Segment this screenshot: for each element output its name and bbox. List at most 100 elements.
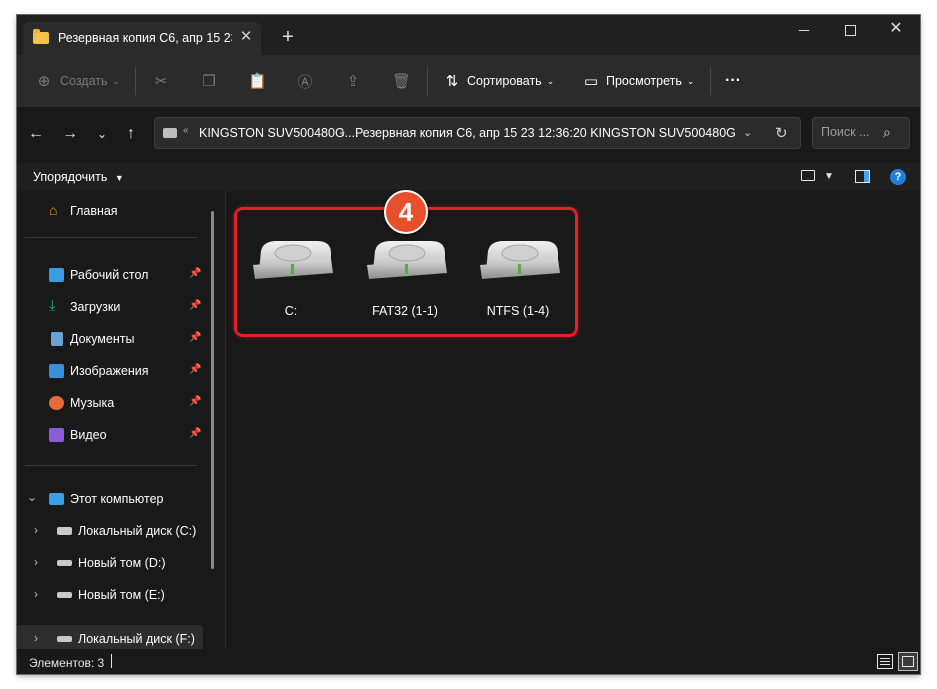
title-bar: Резервная копия C6, апр 15 23 12:36:20 K… (17, 15, 920, 55)
drive-label: NTFS (1-4) (486, 304, 550, 318)
cut-button[interactable]: ✂ (152, 68, 170, 94)
rename-button[interactable]: Ⓐ (296, 68, 314, 94)
drive-item[interactable]: NTFS (1-4) (463, 231, 573, 331)
maximize-button[interactable] (827, 15, 873, 43)
chevron-right-icon[interactable]: › (34, 555, 38, 569)
drive-item[interactable]: C: (236, 231, 346, 331)
hard-drive-icon (367, 241, 447, 279)
drive-icon (57, 560, 72, 566)
delete-button[interactable]: 🗑 (392, 68, 411, 94)
caret-down-icon[interactable]: ▼ (824, 171, 834, 182)
documents-icon (51, 332, 63, 346)
chevron-down-icon[interactable]: ⌄ (27, 490, 37, 504)
sidebar-item-desktop[interactable]: Рабочий стол 📌 (17, 261, 205, 289)
chevron-right-icon[interactable]: › (34, 523, 38, 537)
chevron-down-icon: ⌄ (546, 75, 555, 86)
home-icon: ⌂ (49, 202, 58, 218)
sidebar-scrollbar[interactable] (211, 211, 214, 569)
command-bar: ⊕ Создать ⌄ ✂ ❐ 📋 Ⓐ ⇪ 🗑 ⇅ Сортировать ⌄ … (17, 55, 920, 107)
sidebar-item-pictures[interactable]: Изображения 📌 (17, 357, 205, 385)
breadcrumb-segment[interactable]: KINGSTON SUV500480G.... (199, 126, 359, 140)
navigation-bar: ← → ⌄ ↑ « KINGSTON SUV500480G.... › Резе… (17, 107, 920, 163)
breadcrumb-separator-icon[interactable]: › (341, 125, 345, 139)
sidebar-item-label: Видео (70, 428, 107, 442)
maximize-icon (844, 24, 856, 36)
sidebar-item-music[interactable]: Музыка 📌 (17, 389, 205, 417)
desktop-icon (49, 268, 64, 282)
up-button[interactable]: ↑ (120, 123, 142, 145)
sidebar-item-videos[interactable]: Видео 📌 (17, 421, 205, 449)
sidebar-item-drive-d[interactable]: › Новый том (D:) (17, 549, 205, 577)
address-bar[interactable]: « KINGSTON SUV500480G.... › Резервная ко… (154, 117, 801, 149)
recent-locations-button[interactable]: ⌄ (91, 123, 113, 145)
organize-dropdown[interactable]: Упорядочить ▼ (33, 170, 124, 184)
tab-close-icon[interactable]: ✕ (237, 28, 255, 46)
tab-current[interactable]: Резервная копия C6, апр 15 23 12:36:20 K… (23, 22, 261, 55)
pin-icon[interactable]: 📌 (189, 364, 201, 375)
chevron-right-icon[interactable]: › (34, 587, 38, 601)
copy-icon: ❐ (202, 73, 216, 90)
hard-drive-icon (480, 241, 560, 279)
sidebar-separator (25, 465, 197, 466)
pictures-icon (49, 364, 64, 378)
search-box[interactable]: ⌕ (812, 117, 910, 149)
sort-button[interactable]: ⇅ Сортировать ⌄ (443, 68, 555, 94)
close-window-button[interactable]: ✕ (873, 15, 919, 43)
create-button[interactable]: ⊕ Создать ⌄ (35, 68, 120, 94)
pin-icon[interactable]: 📌 (189, 300, 201, 311)
new-tab-button[interactable]: + (272, 25, 304, 51)
preview-pane-icon[interactable] (855, 170, 870, 183)
toolbar-divider (135, 67, 136, 95)
sidebar-item-label: Новый том (D:) (78, 556, 166, 570)
status-bar: Элементов: 3 (17, 649, 920, 674)
sidebar-item-label: Рабочий стол (70, 268, 149, 282)
details-view-button[interactable] (877, 654, 893, 669)
drive-item[interactable]: FAT32 (1-1) (350, 231, 460, 331)
breadcrumb-segment-current[interactable]: Резервная копия C6, апр 15 23 12:36:20 K… (355, 126, 736, 140)
drive-icon (57, 636, 72, 642)
tab-title: Резервная копия C6, апр 15 23 12:36:20 K… (58, 31, 232, 45)
sidebar-item-label: Музыка (70, 396, 115, 410)
videos-icon (49, 428, 64, 442)
forward-button[interactable]: → (59, 123, 81, 145)
sidebar-item-this-pc[interactable]: ⌄ Этот компьютер (17, 485, 205, 513)
paste-button[interactable]: 📋 (248, 68, 267, 94)
sidebar-item-documents[interactable]: Документы 📌 (17, 325, 205, 353)
overflow-chevron-icon[interactable]: « (183, 125, 189, 136)
minimize-button[interactable] (781, 15, 827, 43)
view-button[interactable]: ▭ Просмотреть ⌄ (582, 68, 695, 94)
minimize-icon (799, 29, 809, 31)
layout-icon[interactable] (801, 170, 815, 181)
copy-button[interactable]: ❐ (200, 68, 218, 94)
sort-label: Сортировать (467, 74, 542, 88)
sidebar-item-downloads[interactable]: ⤓ Загрузки 📌 (17, 293, 205, 321)
sidebar-item-drive-e[interactable]: › Новый том (E:) (17, 581, 205, 609)
drive-icon (163, 128, 177, 138)
folder-icon (33, 29, 49, 44)
help-icon[interactable]: ? (890, 169, 906, 185)
search-icon: ⌕ (883, 124, 891, 140)
tiles-view-button[interactable] (898, 652, 918, 671)
drive-label: C: (284, 304, 298, 318)
pin-icon[interactable]: 📌 (189, 428, 201, 439)
computer-icon (49, 493, 64, 505)
paste-icon: 📋 (248, 73, 267, 90)
tiles-icon (902, 656, 914, 667)
chevron-right-icon[interactable]: › (34, 631, 38, 645)
pin-icon[interactable]: 📌 (189, 332, 201, 343)
more-options-button[interactable]: ··· (725, 68, 741, 94)
status-divider (111, 654, 112, 668)
sidebar-item-label: Локальный диск (C:) (78, 524, 197, 538)
address-dropdown-icon[interactable]: ⌄ (743, 126, 752, 139)
hard-drive-icon (253, 241, 333, 279)
sidebar-item-drive-c[interactable]: › Локальный диск (C:) (17, 517, 205, 545)
caret-down-icon: ▼ (114, 173, 124, 183)
sidebar-item-home[interactable]: ⌂ Главная (17, 197, 205, 225)
sidebar-item-label: Загрузки (70, 300, 121, 314)
pin-icon[interactable]: 📌 (189, 396, 201, 407)
search-input[interactable] (821, 125, 881, 139)
share-button[interactable]: ⇪ (344, 68, 362, 94)
back-button[interactable]: ← (25, 123, 47, 145)
refresh-icon[interactable]: ↻ (775, 124, 788, 142)
pin-icon[interactable]: 📌 (189, 268, 201, 279)
